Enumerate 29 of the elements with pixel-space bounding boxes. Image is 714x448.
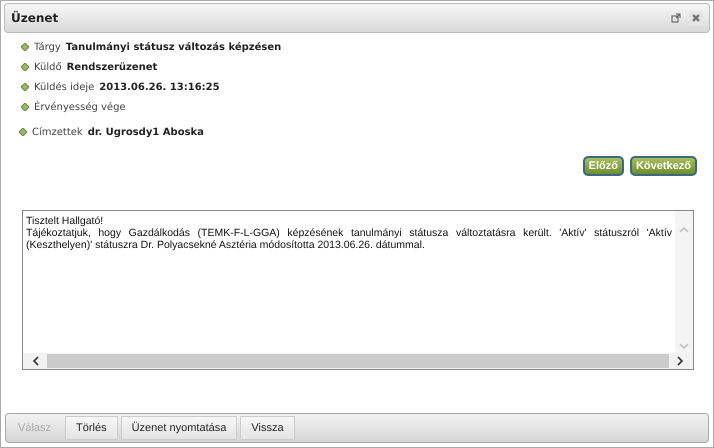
field-label: Címzettek [32, 126, 83, 138]
field-label: Küldés ideje [34, 82, 94, 92]
bullet-icon [19, 128, 27, 136]
vertical-scrollbar[interactable] [675, 211, 693, 353]
message-text: Tisztelt Hallgató! [26, 215, 104, 227]
field-value: Tanulmányi státusz változás képzésen [66, 42, 282, 52]
scroll-thumb[interactable] [47, 354, 669, 368]
field-value: 2013.06.26. 13:16:25 [99, 82, 220, 92]
window-title: Üzenet [11, 11, 60, 25]
message-text: Tájékoztatjuk, hogy Gazdálkodás (TEMK-F-L-GGA) képzésének tanulmányi státusza változtatásra került. 'Aktív' státuszról 'Aktív (Keszthelyen)' státuszra Dr. Polyacsekné Asztéria módosította 2013.06.26. dátummal. [26, 227, 672, 251]
toolbar-button[interactable]: Üzenet nyomtatása [120, 416, 238, 440]
scroll-up-icon[interactable] [679, 227, 689, 233]
toolbar-button[interactable]: Vissza [240, 416, 295, 440]
bullet-icon [21, 83, 29, 91]
field-label: Küldő [34, 62, 62, 72]
scroll-left-icon[interactable] [33, 356, 39, 366]
field-value: dr. Ugrosdy1 Aboska [88, 126, 204, 138]
scroll-down-icon[interactable] [679, 343, 689, 349]
toolbar-button[interactable]: Törlés [65, 416, 118, 440]
bullet-icon [21, 63, 29, 71]
field-value: Rendszerüzenet [66, 62, 158, 72]
field-label: Tárgy [34, 42, 61, 52]
bullet-icon [21, 103, 29, 111]
field-label: Érvényesség vége [34, 102, 126, 112]
scroll-right-icon[interactable] [677, 356, 683, 366]
popout-icon[interactable] [671, 13, 681, 23]
bullet-icon [21, 43, 29, 51]
horizontal-scrollbar[interactable] [23, 353, 693, 369]
close-icon[interactable] [689, 11, 703, 25]
